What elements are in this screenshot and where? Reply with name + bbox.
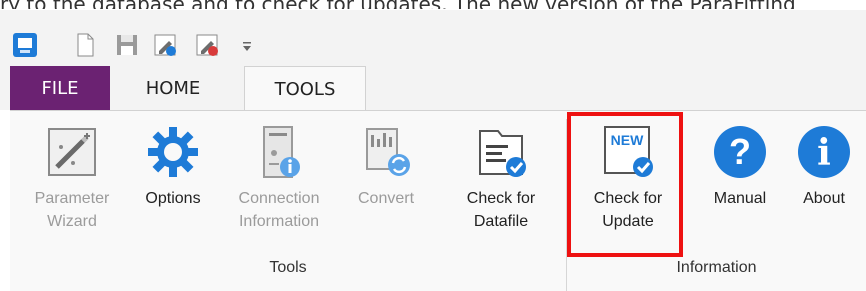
group-label-information: Information bbox=[676, 259, 757, 276]
check-update-label-line2: Update bbox=[602, 213, 654, 230]
parameter-wizard-icon bbox=[43, 123, 101, 181]
connection-information-icon bbox=[250, 123, 308, 181]
check-update-icon: NEW bbox=[599, 123, 657, 181]
connection-information-button[interactable]: Connection Information bbox=[224, 123, 334, 233]
convert-button[interactable]: Convert bbox=[346, 123, 426, 210]
group-label-tools: Tools bbox=[269, 259, 307, 276]
options-gear-icon bbox=[144, 123, 202, 181]
check-datafile-label-line1: Check for bbox=[466, 190, 536, 207]
tab-file[interactable]: FILE bbox=[10, 66, 110, 110]
about-button[interactable]: i About bbox=[786, 123, 862, 210]
manual-glyph: ? bbox=[729, 131, 751, 172]
check-update-button[interactable]: NEW Check for Update bbox=[578, 123, 678, 233]
parameter-wizard-button[interactable]: Parameter Wizard bbox=[22, 123, 122, 233]
new-document-icon[interactable] bbox=[72, 32, 98, 58]
check-datafile-label-line2: Datafile bbox=[473, 213, 529, 230]
check-update-label-line1: Check for bbox=[593, 190, 663, 207]
options-button[interactable]: Options bbox=[128, 123, 218, 210]
check-datafile-icon bbox=[472, 123, 530, 181]
check-datafile-button[interactable]: Check for Datafile bbox=[446, 123, 556, 233]
connection-information-label-line1: Connection bbox=[238, 190, 320, 207]
save-icon[interactable] bbox=[114, 32, 140, 58]
ribbon-panel: Parameter Wizard Options Connection Info… bbox=[10, 110, 866, 291]
about-info-icon: i bbox=[795, 123, 853, 181]
about-glyph: i bbox=[817, 132, 831, 174]
new-badge-text: NEW bbox=[611, 132, 644, 148]
edit-file-delete-icon[interactable] bbox=[194, 32, 220, 58]
ribbon-tab-bar: FILE HOME TOOLS bbox=[0, 66, 866, 112]
edit-file-icon[interactable] bbox=[152, 32, 178, 58]
parameter-wizard-label-line1: Parameter bbox=[34, 190, 110, 207]
convert-label: Convert bbox=[357, 190, 415, 207]
manual-label: Manual bbox=[713, 190, 767, 207]
options-label: Options bbox=[145, 190, 201, 207]
tab-tools[interactable]: TOOLS bbox=[244, 66, 366, 112]
quick-access-toolbar bbox=[0, 10, 866, 66]
customize-dropdown-icon[interactable] bbox=[240, 34, 254, 58]
parameter-wizard-label-line2: Wizard bbox=[47, 213, 97, 230]
tab-home[interactable]: HOME bbox=[118, 66, 228, 110]
app-icon[interactable] bbox=[12, 32, 38, 58]
about-label: About bbox=[803, 190, 845, 207]
manual-help-icon: ? bbox=[711, 123, 769, 181]
convert-icon bbox=[357, 123, 415, 181]
manual-button[interactable]: ? Manual bbox=[698, 123, 782, 210]
caption-text: ry to the database and to check for upda… bbox=[0, 0, 866, 9]
connection-information-label-line2: Information bbox=[238, 213, 320, 230]
